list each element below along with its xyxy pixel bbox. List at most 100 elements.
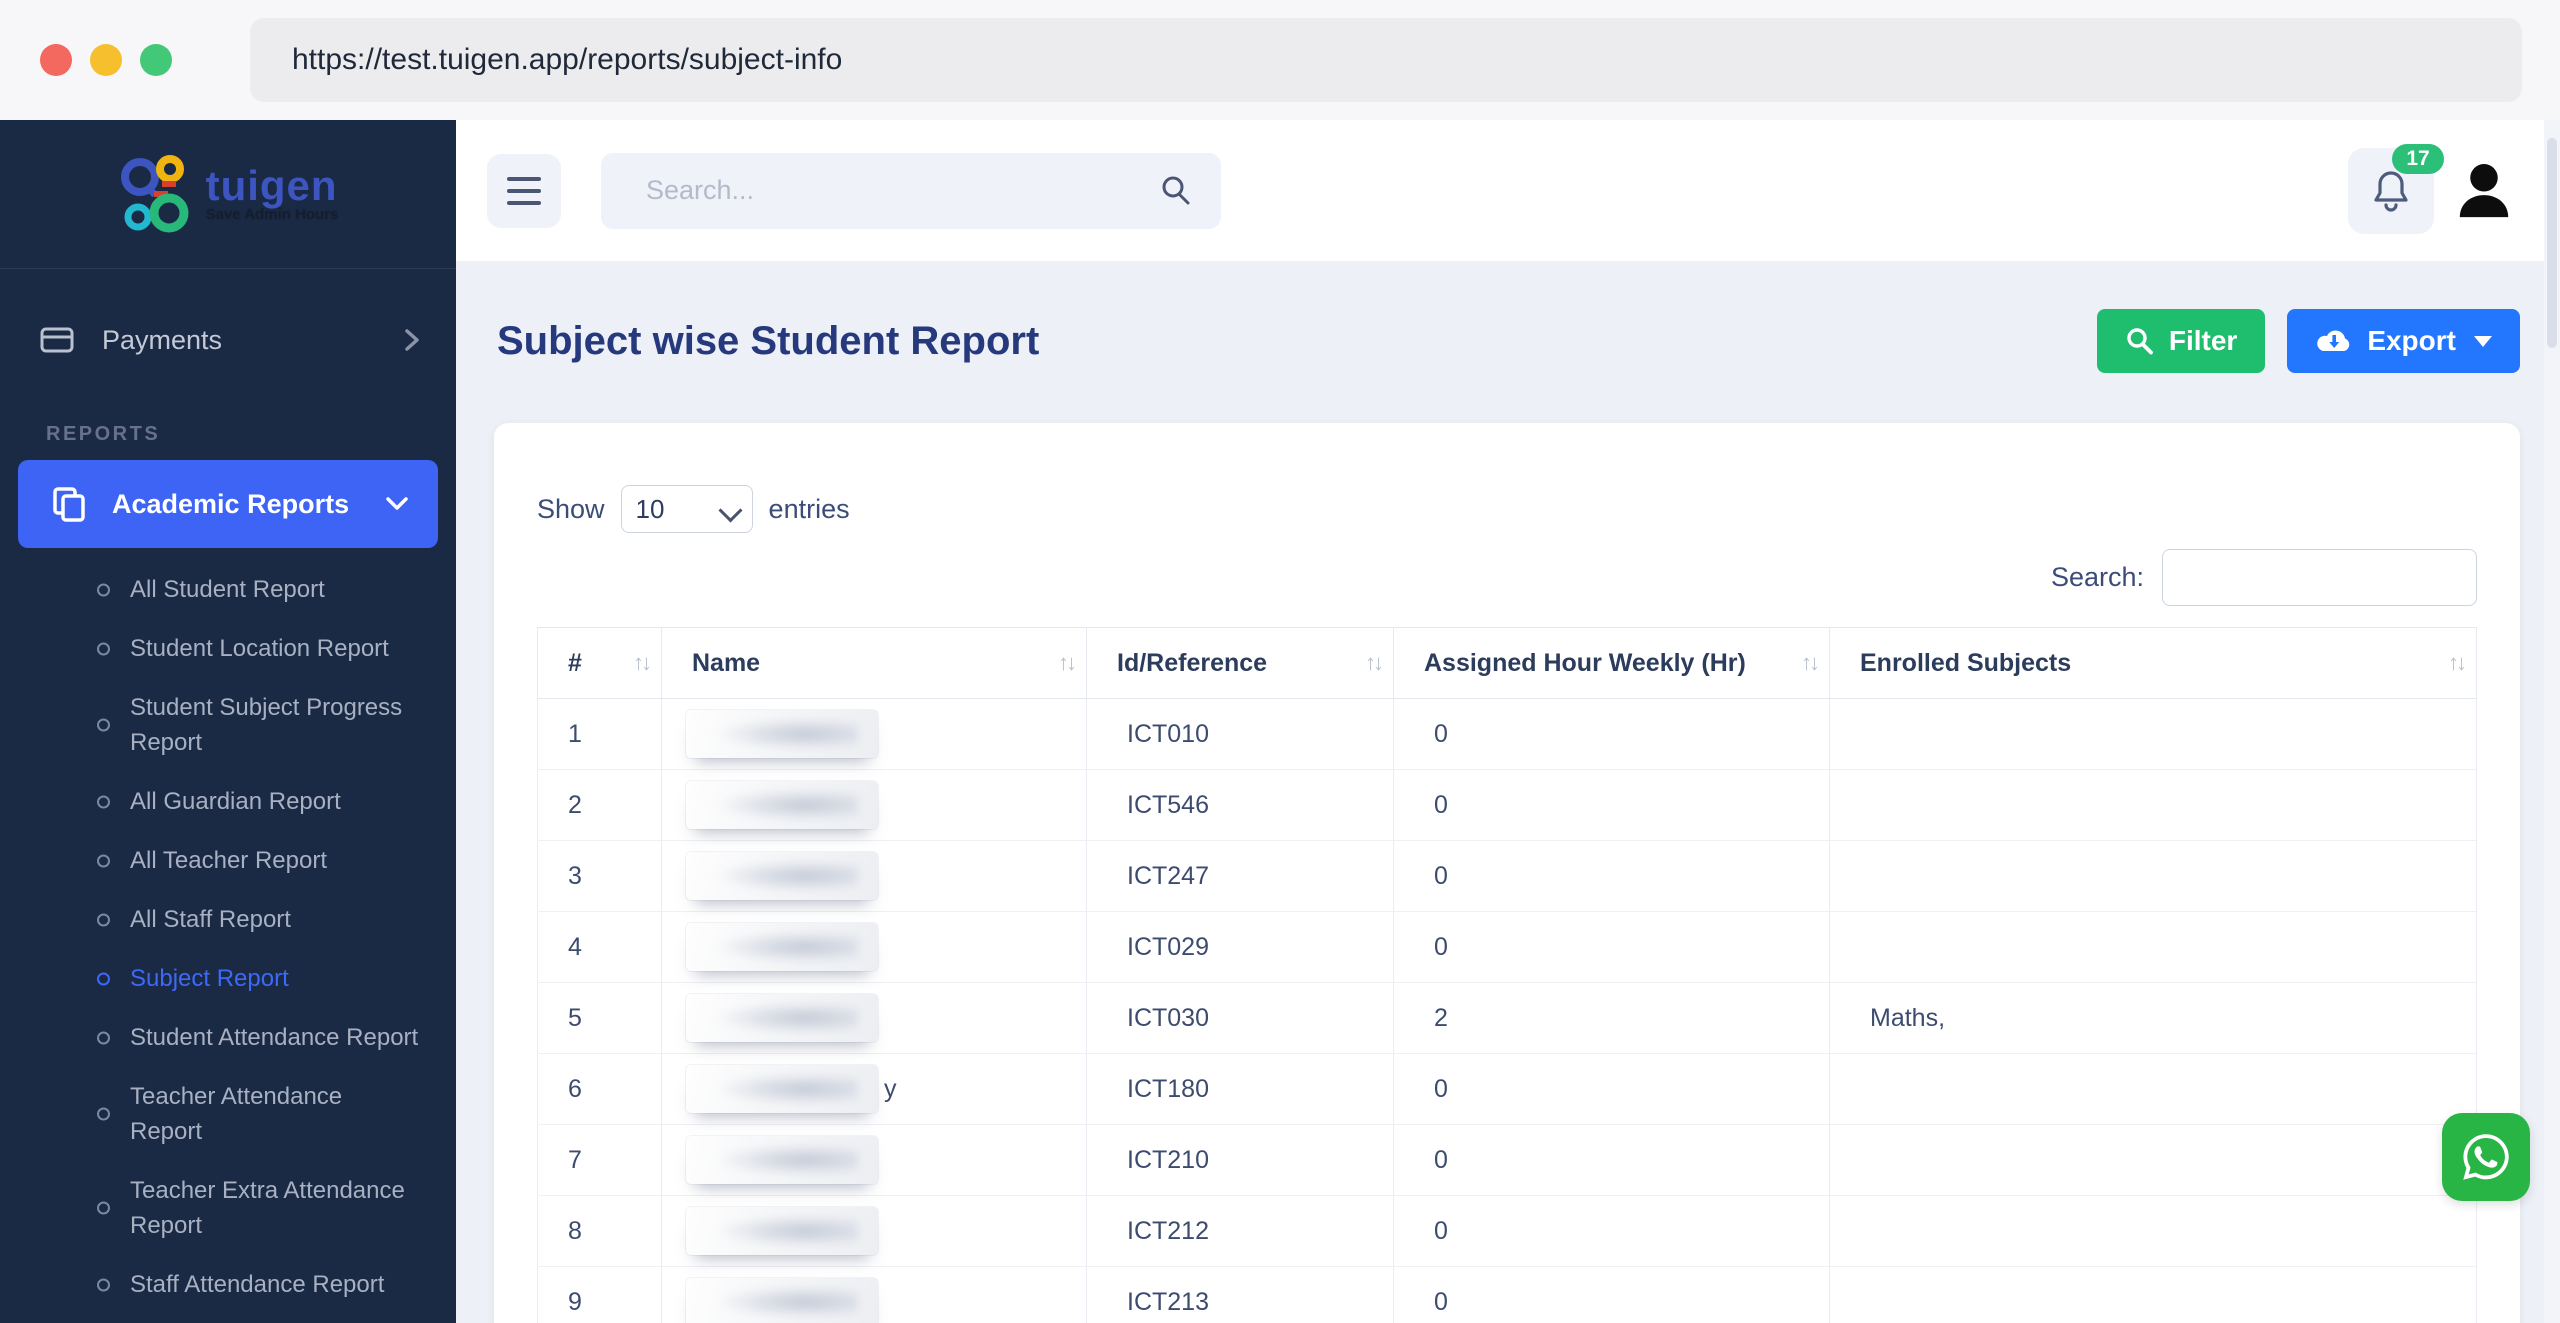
sidebar-subitem-label: All Student Report <box>130 576 325 603</box>
search-icon <box>2125 326 2155 356</box>
sidebar-subitem-label: All Teacher Report <box>130 847 327 874</box>
scrollbar-thumb[interactable] <box>2547 138 2557 348</box>
sidebar-item-label: Payments <box>102 324 223 355</box>
sort-icon[interactable]: ↑↓ <box>633 650 652 676</box>
cell-row-number: 1 <box>537 698 662 770</box>
export-button-label: Export <box>2367 325 2456 356</box>
table-search-input[interactable] <box>2162 549 2477 606</box>
cell-name <box>661 1124 1087 1196</box>
sidebar-subitem[interactable]: Teacher Extra Attendance Report <box>0 1161 440 1255</box>
cell-enrolled-subjects <box>1829 911 2477 983</box>
user-avatar[interactable] <box>2450 157 2518 225</box>
hamburger-menu-button[interactable] <box>487 153 561 228</box>
global-search-input[interactable] <box>601 152 1221 229</box>
brand-tagline: Save Admin Hours <box>205 205 339 223</box>
sidebar-subitem-label: Student Subject Progress Report <box>130 694 403 756</box>
sidebar-subitem[interactable]: Subject Report <box>0 949 440 1008</box>
cell-row-number: 7 <box>537 1124 662 1196</box>
cell-name <box>661 769 1087 841</box>
window-close-button[interactable] <box>40 44 72 76</box>
sidebar-subitem[interactable]: Staff Attendance Report <box>0 1255 440 1314</box>
cell-enrolled-subjects <box>1829 769 2477 841</box>
bullet-icon <box>97 1278 110 1291</box>
column-header[interactable]: # ↑↓ <box>537 627 662 699</box>
bullet-icon <box>97 642 110 655</box>
cell-name <box>661 840 1087 912</box>
cell-enrolled-subjects <box>1829 1266 2477 1323</box>
brand-logo[interactable]: tuigen Save Admin Hours <box>0 120 456 269</box>
sidebar-subitem-label: Subject Report <box>130 965 289 992</box>
column-header[interactable]: Id/Reference ↑↓ <box>1086 627 1394 699</box>
table-search-label: Search: <box>2050 562 2144 592</box>
notifications-button[interactable]: 17 <box>2348 143 2444 234</box>
url-bar[interactable]: https://test.tuigen.app/reports/subject-… <box>250 18 2522 102</box>
column-header[interactable]: Name ↑↓ <box>661 627 1087 699</box>
whatsapp-button[interactable] <box>2442 1113 2530 1201</box>
sidebar-subitem[interactable]: Student Subject Progress Report <box>0 678 440 772</box>
cell-id-reference: ICT210 <box>1086 1124 1394 1196</box>
cell-assigned-hours: 0 <box>1393 698 1830 770</box>
brand-mark-icon <box>118 151 196 237</box>
sort-icon[interactable]: ↑↓ <box>2448 650 2467 676</box>
sidebar-subitem-label: All Guardian Report <box>130 788 341 815</box>
sidebar-submenu: All Student Report Student Location Repor… <box>0 560 456 1314</box>
screen: https://test.tuigen.app/reports/subject-… <box>0 0 2560 1323</box>
cell-assigned-hours: 0 <box>1393 1124 1830 1196</box>
cell-row-number: 3 <box>537 840 662 912</box>
scrollbar-track <box>2544 120 2560 1323</box>
sidebar-subitem[interactable]: All Guardian Report <box>0 772 440 831</box>
bullet-icon <box>97 913 110 926</box>
bullet-icon <box>97 972 110 985</box>
cell-row-number: 6 <box>537 1053 662 1125</box>
column-header[interactable]: Assigned Hour Weekly (Hr) ↑↓ <box>1393 627 1830 699</box>
redacted-name <box>686 852 878 900</box>
window-minimize-button[interactable] <box>90 44 122 76</box>
cell-enrolled-subjects <box>1829 698 2477 770</box>
page-size-select[interactable]: 10 <box>620 485 753 533</box>
sort-icon[interactable]: ↑↓ <box>1058 650 1077 676</box>
filter-button-label: Filter <box>2168 325 2238 356</box>
sidebar-subitem[interactable]: Student Attendance Report <box>0 1008 440 1067</box>
cell-id-reference: ICT180 <box>1086 1053 1394 1125</box>
sidebar-subitem[interactable]: All Staff Report <box>0 890 440 949</box>
sort-icon[interactable]: ↑↓ <box>1365 650 1384 676</box>
table-row: 6 y ICT180 0 <box>537 1053 2477 1125</box>
sidebar-subitem[interactable]: All Teacher Report <box>0 831 440 890</box>
cell-enrolled-subjects <box>1829 1053 2477 1125</box>
filter-button[interactable]: Filter <box>2096 309 2266 373</box>
cell-name <box>661 698 1087 770</box>
bullet-icon <box>97 795 110 808</box>
sidebar-subitem[interactable]: Teacher Attendance Report <box>0 1067 440 1161</box>
column-header[interactable]: Enrolled Subjects ↑↓ <box>1829 627 2477 699</box>
sidebar-subitem-label: Student Attendance Report <box>130 1024 419 1051</box>
report-card: Show 10 entries Search: # ↑↓ Name ↑↓ Id/… <box>494 423 2520 1323</box>
table-row: 4 ICT029 0 <box>537 911 2477 983</box>
page-title: Subject wise Student Report <box>497 318 1040 363</box>
table-row: 8 ICT212 0 <box>537 1195 2477 1267</box>
sidebar-item-academic-reports[interactable]: Academic Reports <box>18 460 438 548</box>
sidebar-item-payments[interactable]: Payments <box>0 303 456 377</box>
report-table: # ↑↓ Name ↑↓ Id/Reference ↑↓ Assigned Hour Wee… <box>537 627 2477 1323</box>
cell-id-reference: ICT010 <box>1086 698 1394 770</box>
table-row: 9 ICT213 0 <box>537 1266 2477 1323</box>
sidebar-subitem-label: All Staff Report <box>130 906 291 933</box>
report-table-body: 1 ICT010 0 2 ICT546 0 3 ICT247 0 4 ICT029 0 5 ICT030 2… <box>537 698 2477 1323</box>
main-area: 17 Subject wise Student Report <box>456 120 2560 1323</box>
credit-card-icon <box>40 326 74 354</box>
sidebar-subitem[interactable]: Student Location Report <box>0 619 440 678</box>
cell-name <box>661 1266 1087 1323</box>
export-button[interactable]: Export <box>2287 309 2520 373</box>
sidebar-subitem[interactable]: All Student Report <box>0 560 440 619</box>
sidebar-section-label: REPORTS <box>46 423 161 445</box>
page-header: Subject wise Student Report Filter Expor… <box>497 309 2520 373</box>
redacted-name <box>686 1136 878 1184</box>
bell-icon <box>2370 168 2412 214</box>
window-maximize-button[interactable] <box>140 44 172 76</box>
search-icon[interactable] <box>1159 173 1193 207</box>
cell-enrolled-subjects <box>1829 1195 2477 1267</box>
sidebar-subitem-label: Teacher Extra Attendance Report <box>130 1177 405 1239</box>
bullet-icon <box>97 1201 110 1215</box>
cell-id-reference: ICT029 <box>1086 911 1394 983</box>
cell-assigned-hours: 0 <box>1393 1266 1830 1323</box>
sort-icon[interactable]: ↑↓ <box>1801 650 1820 676</box>
